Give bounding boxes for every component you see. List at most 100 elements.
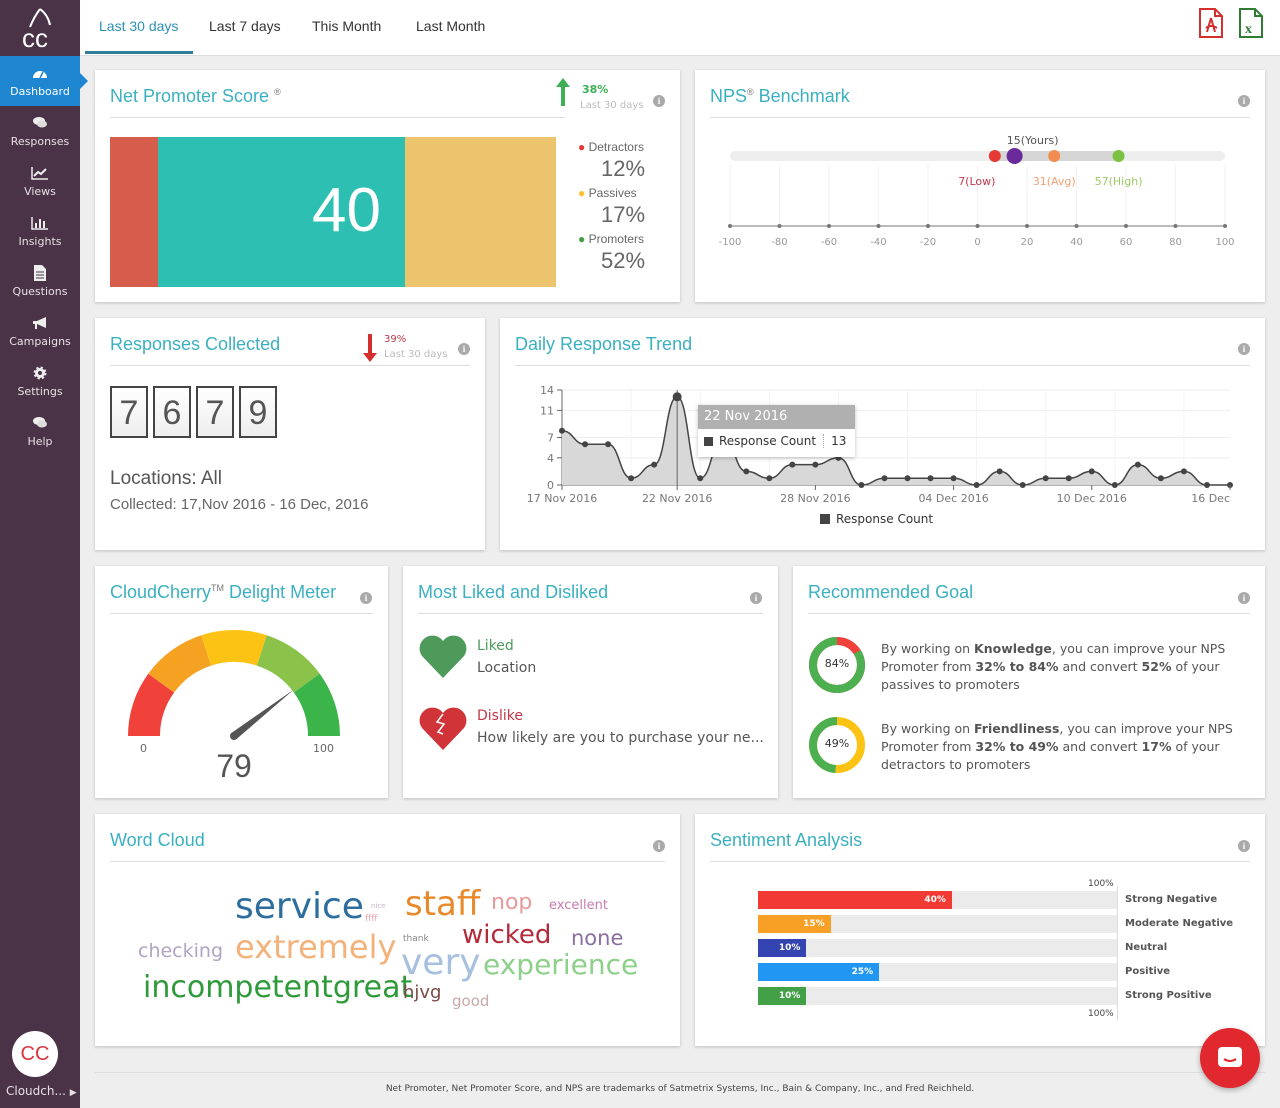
data-point bbox=[1088, 468, 1095, 475]
y-tick-label: 7 bbox=[547, 432, 554, 445]
info-icon[interactable]: i bbox=[750, 592, 762, 604]
dislike-label: Dislike bbox=[477, 708, 523, 724]
sentiment-bar[interactable]: 15% bbox=[758, 915, 831, 933]
info-icon[interactable]: i bbox=[458, 343, 470, 355]
word-cloud-word[interactable]: incompetentgreat bbox=[143, 970, 412, 1005]
word-cloud-word[interactable]: service bbox=[235, 886, 364, 927]
marker-avg bbox=[1048, 150, 1061, 162]
collected-range: Collected: 17,Nov 2016 - 16 Dec, 2016 bbox=[110, 496, 369, 513]
divider bbox=[110, 365, 470, 366]
responses-change-period: Last 30 days bbox=[384, 349, 448, 360]
word-cloud-word[interactable]: checking bbox=[138, 940, 223, 962]
chart-tooltip: 22 Nov 2016 Response Count 13 bbox=[698, 405, 855, 457]
tooltip-series: Response Count bbox=[719, 434, 817, 448]
sidebar-item-views[interactable]: Views bbox=[0, 156, 80, 206]
word-cloud-word[interactable]: excellent bbox=[549, 898, 608, 913]
info-icon[interactable]: i bbox=[360, 592, 372, 604]
benchmark-card: NPS® Benchmark i -100 -80 -60 -40 -20 0 20 40 60… bbox=[695, 70, 1265, 302]
info-icon[interactable]: i bbox=[1238, 343, 1250, 355]
data-point bbox=[1019, 482, 1026, 488]
excel-export-icon[interactable]: x bbox=[1238, 8, 1264, 38]
sentiment-bar[interactable]: 25% bbox=[758, 963, 880, 981]
gauge-pivot bbox=[230, 732, 238, 740]
user-menu[interactable]: Cloudch... ▶ bbox=[6, 1084, 77, 1098]
word-cloud-word[interactable]: none bbox=[571, 926, 623, 950]
sidebar-item-campaigns[interactable]: Campaigns bbox=[0, 306, 80, 356]
caret-right-icon: ▶ bbox=[69, 1088, 77, 1098]
user-avatar[interactable]: CC bbox=[12, 1031, 58, 1077]
marker-low bbox=[988, 150, 1001, 162]
nps-change: 38% bbox=[582, 83, 609, 96]
data-point bbox=[789, 461, 796, 468]
sentiment-bar[interactable]: 40% bbox=[758, 891, 952, 909]
nps-score: 40 bbox=[312, 176, 381, 245]
goal-text: By working on Knowledge, you can improve… bbox=[881, 641, 1226, 692]
sidebar-item-questions[interactable]: Questions bbox=[0, 256, 80, 306]
chat-launcher-button[interactable] bbox=[1200, 1028, 1260, 1088]
sentiment-label: Positive bbox=[1125, 966, 1171, 977]
tab-this-month[interactable]: This Month bbox=[312, 18, 381, 34]
info-icon[interactable]: i bbox=[653, 95, 665, 107]
word-cloud-word[interactable]: very bbox=[401, 942, 481, 983]
word-cloud-word[interactable]: nop bbox=[491, 890, 532, 915]
tab-last-month[interactable]: Last Month bbox=[416, 18, 485, 34]
label-avg: 31(Avg) bbox=[1033, 175, 1076, 188]
dislike-value: How likely are you to purchase your ne..… bbox=[477, 730, 764, 746]
legend-promoters: ● Promoters bbox=[578, 232, 644, 246]
sidebar-item-label: Help bbox=[27, 434, 53, 448]
sentiment-bar[interactable]: 10% bbox=[758, 939, 807, 957]
word-cloud-word[interactable]: experience bbox=[483, 948, 638, 981]
benchmark-track bbox=[730, 151, 1225, 161]
axis-line bbox=[1117, 886, 1118, 1021]
tab-last-30-days[interactable]: Last 30 days bbox=[99, 18, 178, 34]
tab-last-7-days[interactable]: Last 7 days bbox=[209, 18, 281, 34]
word-cloud-word[interactable]: ffff bbox=[365, 914, 377, 924]
goal-ring-label: 49% bbox=[824, 737, 850, 750]
sidebar-item-insights[interactable]: Insights bbox=[0, 206, 80, 256]
sidebar-item-help[interactable]: Help bbox=[0, 406, 80, 456]
word-cloud-word[interactable]: good bbox=[452, 992, 489, 1010]
info-icon[interactable]: i bbox=[1238, 840, 1250, 852]
gear-icon bbox=[31, 365, 49, 381]
y-tick-label: 11 bbox=[540, 404, 554, 417]
sidebar: cc Dashboard Responses Views Insights Qu… bbox=[0, 0, 88, 1108]
data-point bbox=[582, 441, 589, 448]
divider bbox=[110, 613, 373, 614]
divider bbox=[515, 365, 1250, 366]
label-low: 7(Low) bbox=[958, 175, 995, 188]
label-high: 57(High) bbox=[1095, 175, 1143, 188]
data-point bbox=[1157, 475, 1164, 482]
active-tab-indicator bbox=[85, 51, 193, 54]
sidebar-item-dashboard[interactable]: Dashboard bbox=[0, 56, 88, 106]
legend-label: Response Count bbox=[836, 512, 934, 526]
divider bbox=[418, 613, 763, 614]
info-icon[interactable]: i bbox=[1238, 95, 1250, 107]
data-point bbox=[812, 461, 819, 468]
pdf-export-icon[interactable] bbox=[1198, 8, 1224, 38]
sidebar-item-label: Campaigns bbox=[9, 334, 71, 348]
word-cloud-word[interactable]: extremely bbox=[235, 928, 396, 966]
axis-tick-label: -80 bbox=[771, 237, 787, 248]
data-point bbox=[881, 475, 888, 482]
cloudcherry-logo[interactable]: cc bbox=[0, 0, 80, 56]
data-point bbox=[950, 475, 957, 482]
axis-bottom-label: 100% bbox=[1088, 1009, 1114, 1019]
liked-label: Liked bbox=[477, 638, 514, 654]
axis-tick-label: -20 bbox=[920, 237, 936, 248]
counter-digit: 9 bbox=[239, 386, 277, 438]
tooltip-value: 13 bbox=[823, 434, 846, 448]
chart-legend[interactable]: Response Count bbox=[820, 512, 933, 526]
word-cloud-word[interactable]: hjvg bbox=[403, 982, 442, 1003]
sentiment-bar[interactable]: 10% bbox=[758, 987, 807, 1005]
sidebar-item-settings[interactable]: Settings bbox=[0, 356, 80, 406]
axis-tick-label: 80 bbox=[1169, 237, 1182, 248]
sentiment-label: Strong Positive bbox=[1125, 990, 1212, 1001]
word-cloud-word[interactable]: nice bbox=[371, 902, 386, 910]
word-cloud-word[interactable]: staff bbox=[405, 884, 480, 924]
sidebar-item-responses[interactable]: Responses bbox=[0, 106, 80, 156]
user-name: Cloudch... bbox=[6, 1084, 66, 1098]
tooltip-row: Response Count 13 bbox=[698, 429, 855, 453]
info-icon[interactable]: i bbox=[1238, 592, 1250, 604]
info-icon[interactable]: i bbox=[653, 840, 665, 852]
heart-icon bbox=[418, 634, 468, 684]
